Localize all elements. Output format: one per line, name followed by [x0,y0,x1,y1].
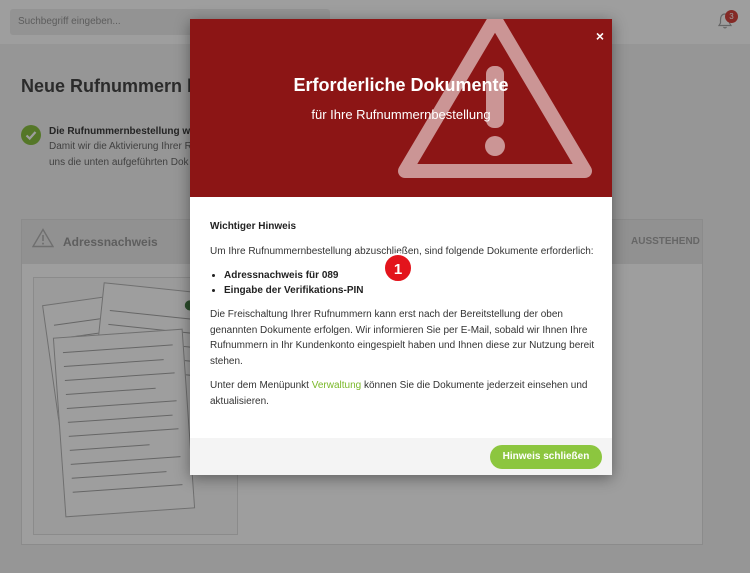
step-marker: 1 [383,253,413,283]
modal-title: Erforderliche Dokumente [293,75,509,95]
verwaltung-link[interactable]: Verwaltung [312,380,361,391]
modal-body: Wichtiger Hinweis Um Ihre Rufnummernbest… [210,219,595,418]
modal-header: × Erforderliche Dokumente für Ihre Rufnu… [190,19,612,197]
notice-heading: Wichtiger Hinweis [210,221,297,232]
close-icon[interactable]: × [593,29,607,43]
required-documents-modal: × Erforderliche Dokumente für Ihre Rufnu… [190,19,612,475]
close-notice-button[interactable]: Hinweis schließen [490,445,602,469]
menu-hint-text: Unter dem Menüpunkt [210,380,312,391]
modal-subtitle: für Ihre Rufnummernbestellung [311,107,491,122]
list-item: Eingabe der Verifikations-PIN [224,283,595,298]
menu-hint: Unter dem Menüpunkt Verwaltung können Si… [210,378,595,409]
notice-info: Die Freischaltung Ihrer Rufnummern kann … [210,309,595,367]
warning-triangle-icon [398,19,592,178]
